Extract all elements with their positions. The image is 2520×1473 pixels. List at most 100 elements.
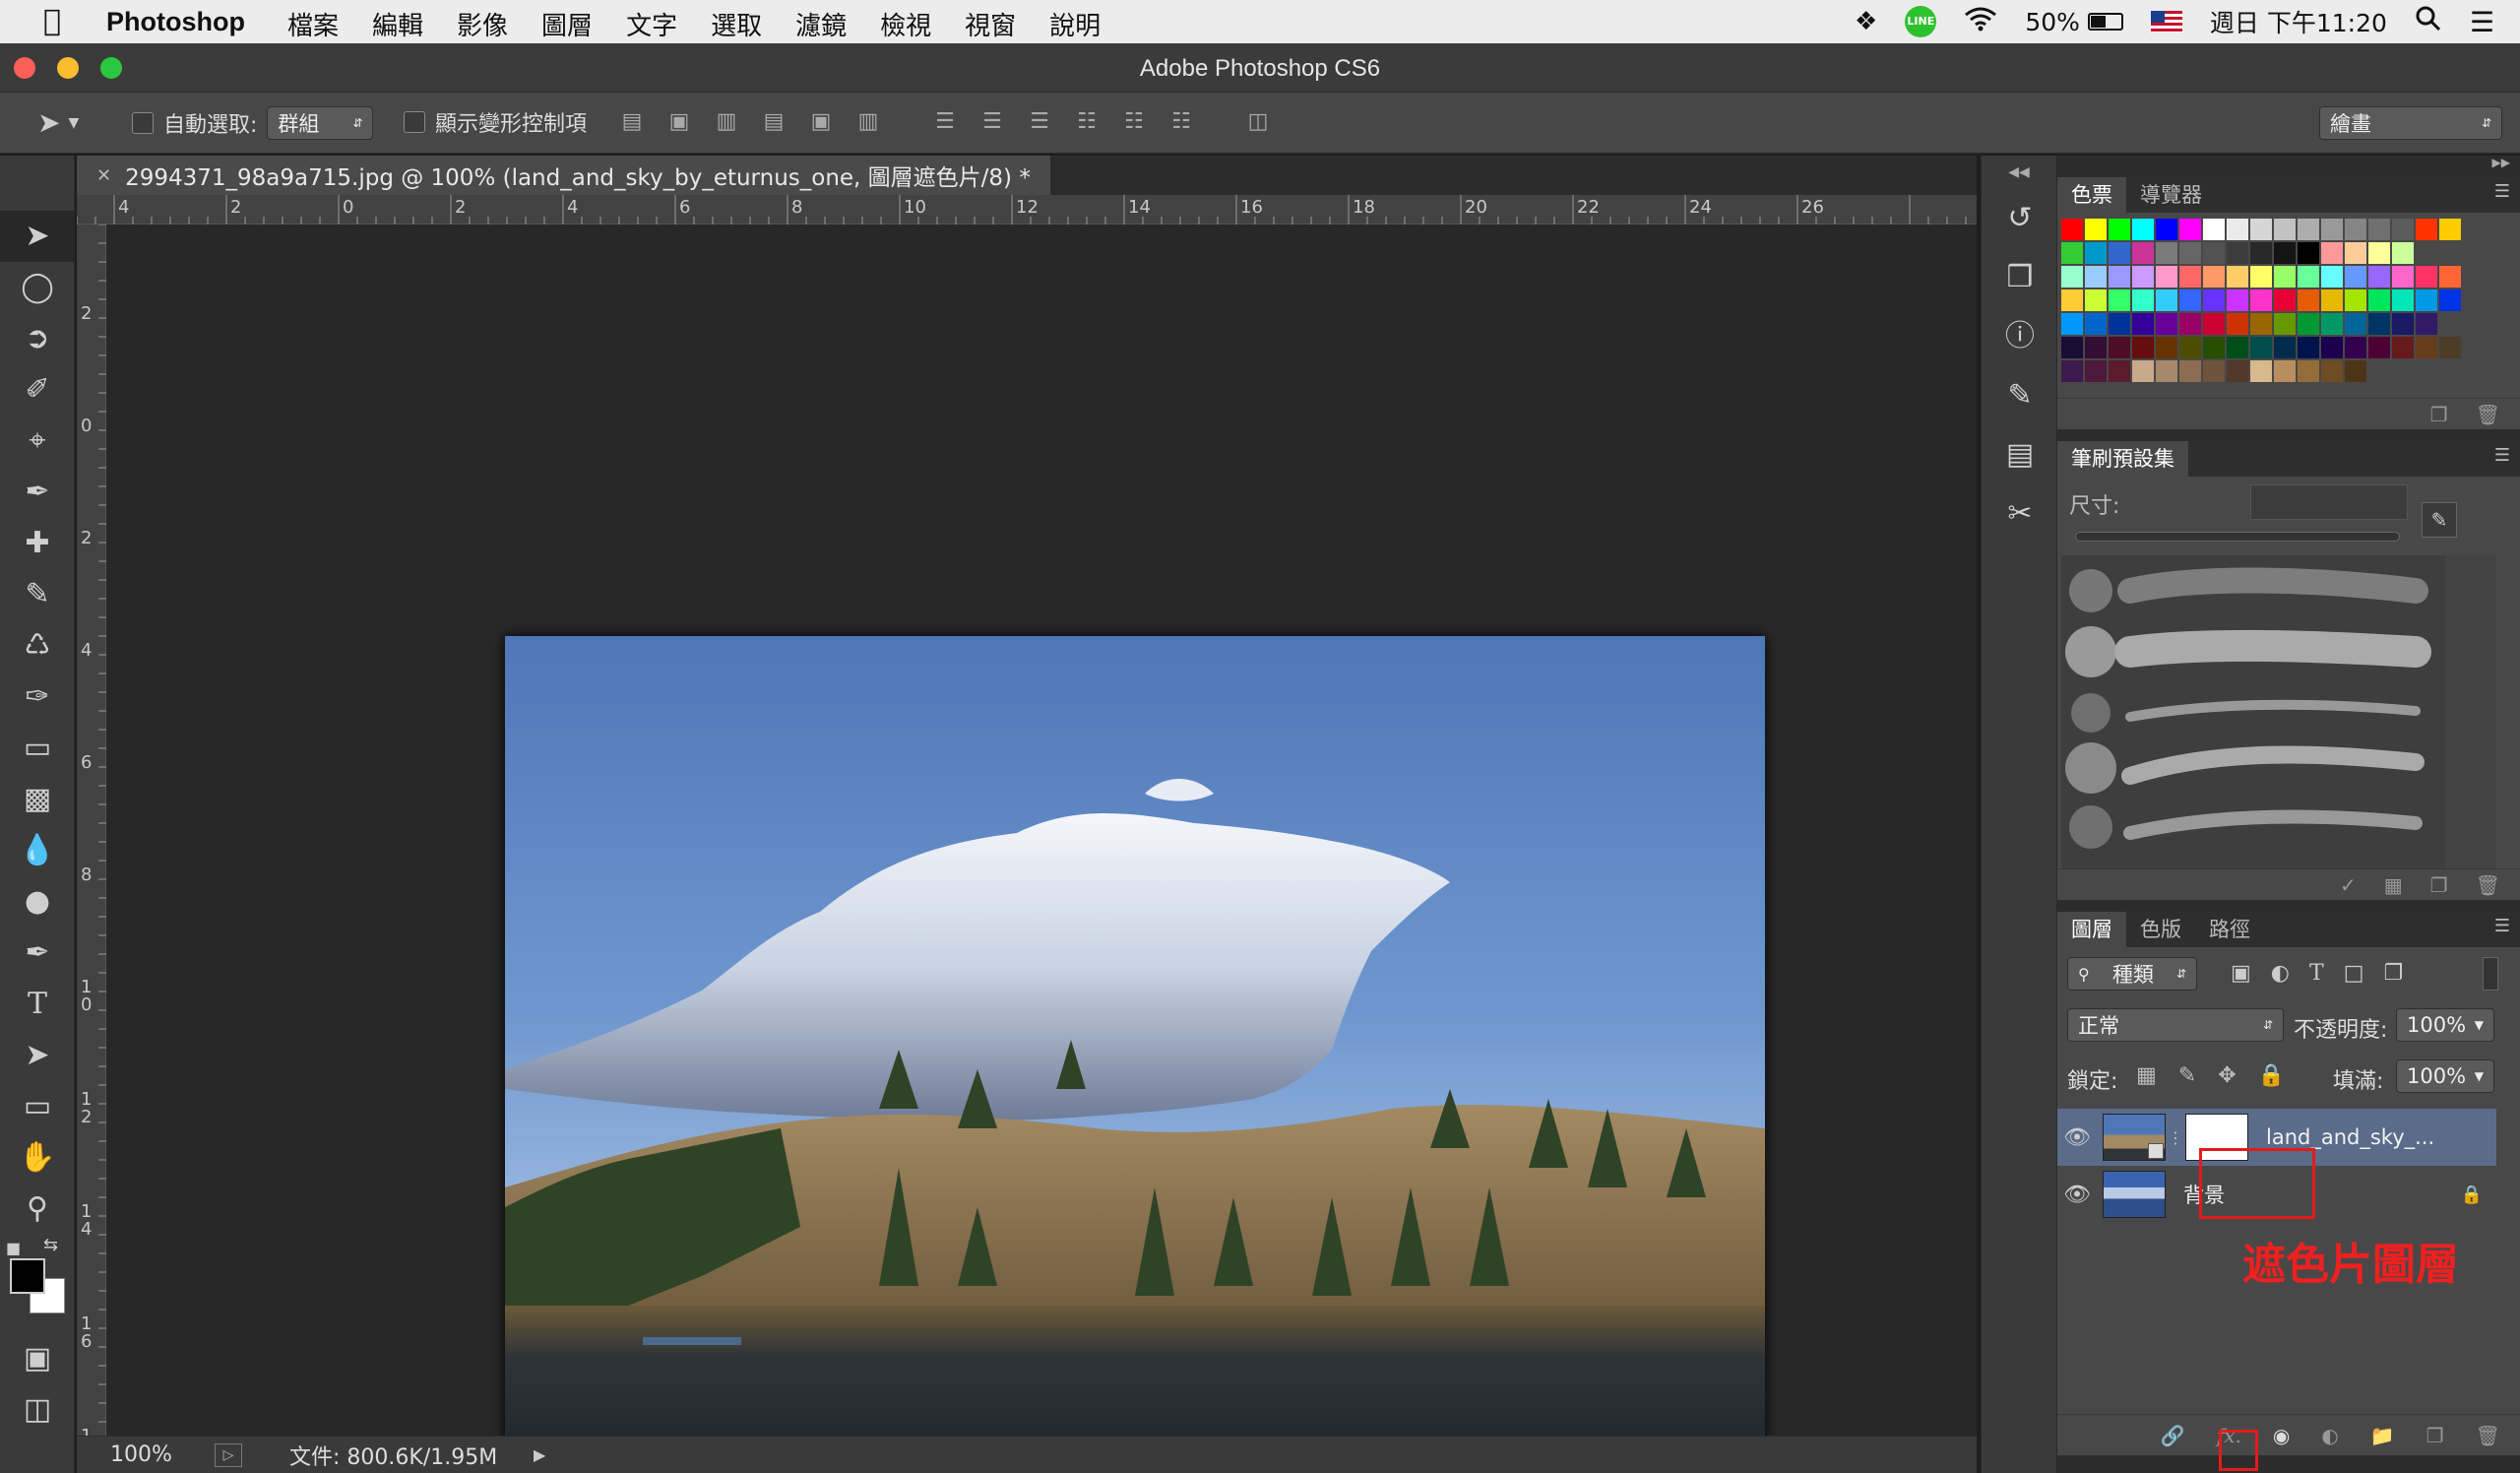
canvas-area[interactable] (106, 224, 1977, 1473)
color-swatch[interactable] (2132, 313, 2154, 335)
lock-all-icon[interactable]: 🔒 (2258, 1063, 2285, 1088)
color-swatch[interactable] (2345, 289, 2366, 311)
color-swatch[interactable] (2298, 242, 2319, 264)
delete-layer-icon[interactable]: 🗑 (2476, 1424, 2500, 1447)
layer-thumbnail[interactable] (2103, 1171, 2166, 1218)
color-swatch[interactable] (2250, 242, 2272, 264)
align-top-icon[interactable]: ▤ (618, 109, 646, 137)
zoom-level[interactable]: 100% (110, 1442, 189, 1467)
color-swatch[interactable] (2132, 337, 2154, 358)
color-swatch[interactable] (2345, 219, 2366, 240)
clone-stamp-tool-icon[interactable]: ♺ (0, 620, 75, 672)
color-swatch[interactable] (2368, 242, 2390, 264)
color-swatch[interactable] (2416, 289, 2437, 311)
info-panel-icon[interactable]: ⓘ (1982, 307, 2058, 366)
color-swatch[interactable] (2179, 219, 2201, 240)
color-swatch[interactable] (2109, 337, 2130, 358)
color-swatch[interactable] (2203, 313, 2225, 335)
tab-brush-presets[interactable]: 筆刷預設集 (2057, 441, 2188, 477)
battery-status[interactable]: 50% (2025, 8, 2123, 36)
color-swatch[interactable] (2109, 242, 2130, 264)
color-swatch[interactable] (2392, 337, 2414, 358)
swap-colors-icon[interactable]: ⇆ (43, 1235, 58, 1255)
lasso-tool-icon[interactable]: ➲ (0, 313, 75, 364)
crop-tool-icon[interactable]: ⌖ (0, 416, 75, 467)
visibility-eye-icon[interactable]: 👁 (2057, 1183, 2097, 1207)
color-swatch[interactable] (2085, 266, 2107, 288)
auto-select-checkbox[interactable] (132, 112, 154, 134)
fill-field[interactable]: 100% ▼ (2396, 1059, 2494, 1093)
link-layers-icon[interactable]: 🔗 (2161, 1424, 2185, 1447)
dodge-tool-icon[interactable]: ● (0, 876, 75, 928)
wifi-icon[interactable] (1964, 6, 1997, 37)
menu-layer[interactable]: 圖層 (541, 6, 593, 42)
color-swatch[interactable] (2061, 266, 2083, 288)
color-swatch[interactable] (2392, 242, 2414, 264)
lock-image-icon[interactable]: ✎ (2178, 1063, 2196, 1088)
distribute-bottom-icon[interactable]: ☰ (1026, 109, 1053, 137)
color-swatch[interactable] (2203, 242, 2225, 264)
menu-file[interactable]: 檔案 (287, 6, 339, 42)
menu-help[interactable]: 說明 (1049, 6, 1101, 42)
panel-menu-icon[interactable]: ☰ (2494, 916, 2510, 936)
distribute-right-icon[interactable]: ☷ (1167, 109, 1195, 137)
pen-tool-icon[interactable]: ✒ (0, 928, 75, 979)
color-swatch[interactable] (2368, 313, 2390, 335)
color-swatch[interactable] (2179, 313, 2201, 335)
color-swatch[interactable] (2061, 219, 2083, 240)
brush-panel-toggle-icon[interactable]: ✎ (2422, 502, 2457, 538)
color-swatch[interactable] (2227, 289, 2248, 311)
color-swatch[interactable] (2416, 337, 2437, 358)
color-swatch[interactable] (2416, 313, 2437, 335)
filter-adjustment-icon[interactable]: ◐ (2271, 961, 2290, 986)
brush-panel-icon[interactable]: ✎ (1982, 366, 2058, 425)
color-swatch[interactable] (2416, 266, 2437, 288)
align-right-icon[interactable]: ▥ (854, 109, 882, 137)
color-swatch[interactable] (2368, 337, 2390, 358)
document-tab[interactable]: ✕ 2994371_98a9a715.jpg @ 100% (land_and_… (77, 156, 1050, 195)
color-swatch[interactable] (2321, 337, 2343, 358)
brush-size-slider[interactable] (2075, 532, 2400, 542)
filter-toggle[interactable] (2483, 957, 2498, 991)
align-vcenter-icon[interactable]: ▣ (665, 109, 693, 137)
color-swatch[interactable] (2368, 289, 2390, 311)
spotlight-search-icon[interactable] (2415, 5, 2442, 38)
screen-mode-icon[interactable]: ◫ (0, 1384, 75, 1436)
color-swatch[interactable] (2250, 313, 2272, 335)
color-swatch[interactable] (2227, 219, 2248, 240)
color-swatch[interactable] (2227, 337, 2248, 358)
brush-settings-icon[interactable]: ✓ (2340, 873, 2357, 897)
filter-smart-object-icon[interactable]: ❐ (2383, 961, 2403, 986)
color-swatch[interactable] (2179, 360, 2201, 382)
brush-grid-icon[interactable]: ▦ (2384, 873, 2403, 897)
color-swatch[interactable] (2345, 360, 2366, 382)
color-swatch[interactable] (2321, 289, 2343, 311)
color-swatch[interactable] (2156, 219, 2177, 240)
color-swatch[interactable] (2439, 289, 2461, 311)
layer-filter-dropdown[interactable]: ⚲ 種類 ⇵ (2067, 957, 2197, 991)
color-swatch[interactable] (2203, 337, 2225, 358)
color-swatch[interactable] (2132, 360, 2154, 382)
eraser-tool-icon[interactable]: ▭ (0, 723, 75, 774)
color-swatch[interactable] (2109, 219, 2130, 240)
tool-presets-panel-icon[interactable]: ✂ (1982, 484, 2058, 544)
color-swatch[interactable] (2061, 360, 2083, 382)
tab-paths[interactable]: 路徑 (2195, 912, 2264, 947)
type-tool-icon[interactable]: T (0, 979, 75, 1030)
tab-navigator[interactable]: 導覽器 (2126, 177, 2216, 213)
color-swatch[interactable] (2392, 266, 2414, 288)
brush-list-scrollbar[interactable] (2445, 555, 2496, 868)
blur-tool-icon[interactable]: 💧 (0, 825, 75, 876)
color-swatch[interactable] (2274, 266, 2296, 288)
color-swatch[interactable] (2274, 219, 2296, 240)
color-swatch[interactable] (2250, 337, 2272, 358)
color-swatch[interactable] (2321, 360, 2343, 382)
hand-tool-icon[interactable]: ✋ (0, 1132, 75, 1184)
lock-transparent-icon[interactable]: ▦ (2136, 1063, 2157, 1088)
color-swatch[interactable] (2109, 289, 2130, 311)
menu-image[interactable]: 影像 (457, 6, 508, 42)
distribute-vcenter-icon[interactable]: ☰ (978, 109, 1006, 137)
color-swatch[interactable] (2156, 266, 2177, 288)
lock-position-icon[interactable]: ✥ (2218, 1063, 2236, 1088)
app-menu[interactable]: Photoshop (106, 7, 245, 37)
